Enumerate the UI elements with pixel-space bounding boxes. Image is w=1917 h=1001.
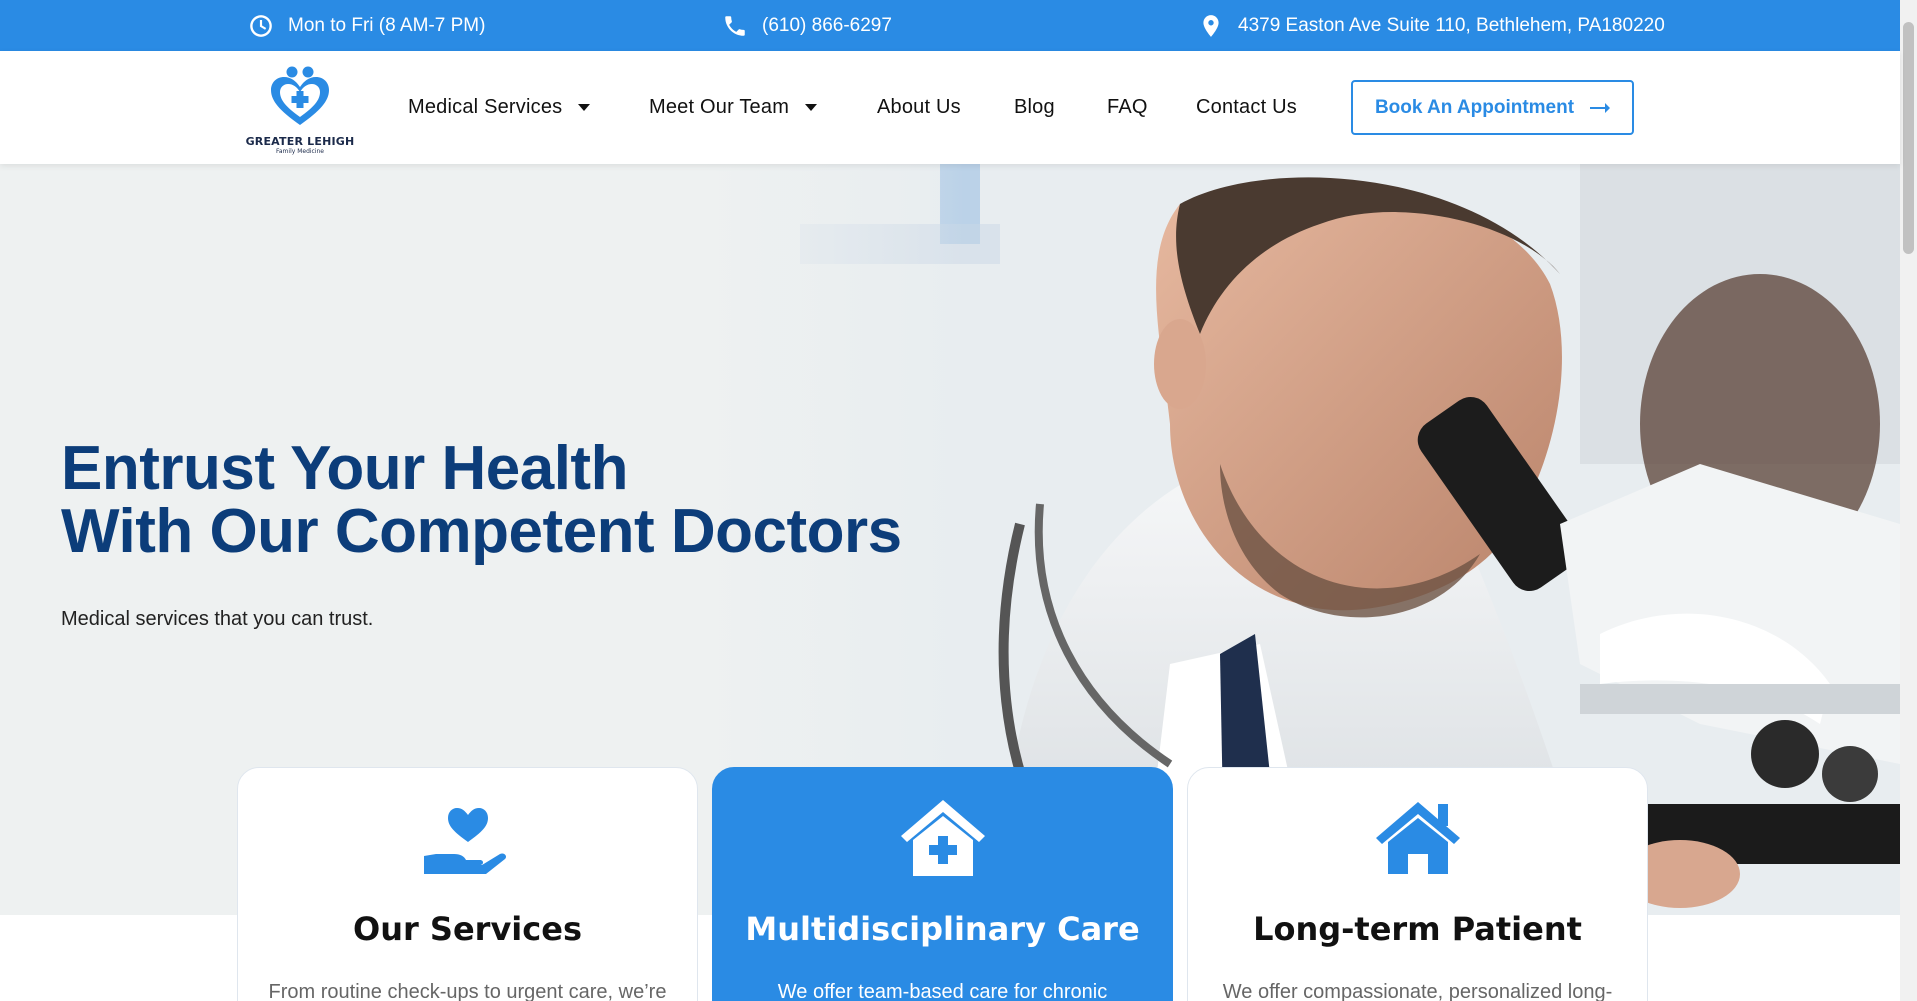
site-logo[interactable]: GREATER LEHIGH Family Medicine — [245, 63, 355, 155]
map-pin-icon — [1203, 14, 1219, 37]
nav-blog[interactable]: Blog — [1014, 51, 1055, 164]
heart-hand-icon — [423, 808, 506, 874]
phone-info[interactable]: (610) 866-6297 — [722, 0, 892, 51]
logo-subtitle: Family Medicine — [275, 148, 325, 155]
logo-heart-icon — [271, 66, 329, 125]
nav-meet-our-team[interactable]: Meet Our Team — [649, 51, 818, 164]
card-our-services-title: Our Services — [353, 910, 582, 948]
caret-down-icon — [805, 104, 818, 111]
card-multidisciplinary-care[interactable]: Multidisciplinary Care We offer team-bas… — [712, 767, 1173, 1001]
caret-down-icon — [578, 104, 591, 111]
nav-medical-services[interactable]: Medical Services — [408, 51, 591, 164]
hero-subtitle: Medical services that you can trust. — [61, 608, 374, 630]
nav-faq[interactable]: FAQ — [1107, 51, 1148, 164]
home-icon — [1375, 802, 1460, 874]
address-text[interactable]: 4379 Easton Ave Suite 110, Bethlehem, PA… — [1238, 15, 1665, 37]
phone-text[interactable]: (610) 866-6297 — [762, 15, 892, 37]
nav-about-us[interactable]: About Us — [877, 51, 961, 164]
book-appointment-button[interactable]: Book An Appointment — [1351, 80, 1634, 135]
page-scrollbar[interactable] — [1900, 0, 1917, 1001]
card-our-services-desc: From routine check-ups to urgent care, w… — [268, 981, 667, 1001]
nav-meet-our-team-label: Meet Our Team — [649, 96, 790, 118]
logo-name: GREATER LEHIGH — [245, 135, 355, 148]
hero-title-line-2: With Our Competent Doctors — [61, 497, 902, 566]
hours-info: Mon to Fri (8 AM-7 PM) — [248, 0, 485, 51]
nav-medical-services-label: Medical Services — [408, 96, 563, 118]
scrollbar-thumb[interactable] — [1903, 22, 1914, 254]
arrow-right-icon — [1590, 102, 1611, 113]
card-long-term-patient[interactable]: Long-term Patient We offer compassionate… — [1187, 767, 1648, 1001]
card-multidisciplinary-care-title: Multidisciplinary Care — [745, 910, 1140, 948]
card-long-term-patient-desc: We offer compassionate, personalized lon… — [1222, 981, 1613, 1001]
address-info[interactable]: 4379 Easton Ave Suite 110, Bethlehem, PA… — [1198, 0, 1665, 51]
hero-title: Entrust Your Health With Our Competent D… — [61, 437, 902, 563]
hours-text: Mon to Fri (8 AM-7 PM) — [288, 14, 486, 36]
site-header: GREATER LEHIGH Family Medicine Medical S… — [0, 51, 1900, 164]
nav-contact-us[interactable]: Contact Us — [1196, 51, 1297, 164]
card-our-services[interactable]: Our Services From routine check-ups to u… — [237, 767, 698, 1001]
clock-icon — [250, 14, 272, 37]
card-multidisciplinary-care-desc: We offer team-based care for chronic — [777, 981, 1108, 1001]
card-long-term-patient-title: Long-term Patient — [1253, 910, 1582, 948]
phone-icon — [725, 15, 745, 36]
medical-house-icon — [900, 800, 985, 876]
hero-title-line-1: Entrust Your Health — [61, 434, 628, 503]
book-appointment-label: Book An Appointment — [1374, 96, 1575, 118]
top-info-bar: Mon to Fri (8 AM-7 PM) (610) 866-6297 43… — [0, 0, 1900, 51]
